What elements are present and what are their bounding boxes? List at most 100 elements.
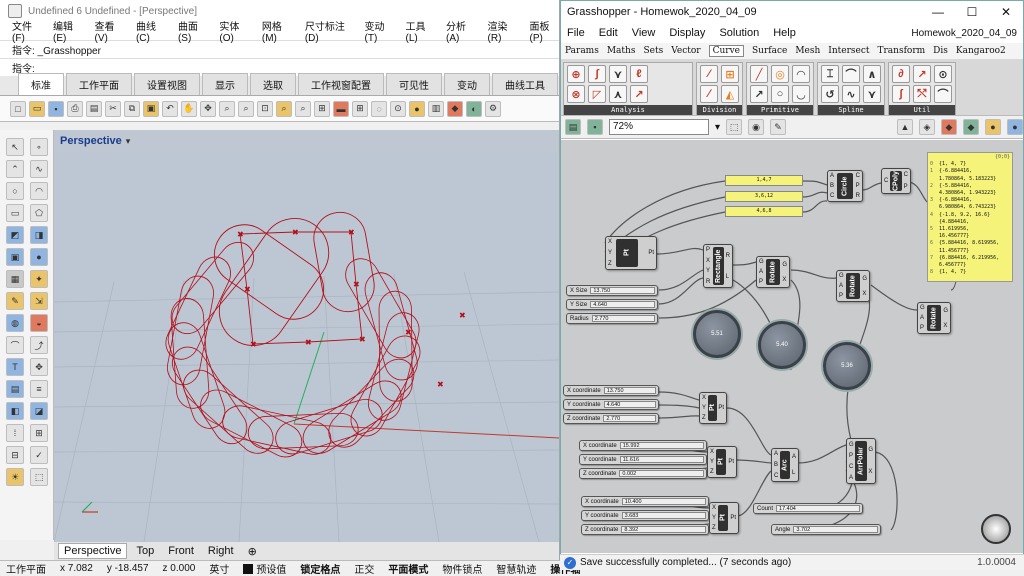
align-icon[interactable]: ≡ <box>30 380 48 398</box>
gh-tab-maths[interactable]: Maths <box>607 46 636 56</box>
crv-evaluate-icon[interactable]: ⊗ <box>567 85 585 103</box>
boolean-icon[interactable]: ◍ <box>6 314 24 332</box>
array-grid-icon[interactable]: ⊞ <box>30 424 48 442</box>
print-icon[interactable]: ⎙ <box>67 100 83 117</box>
viewport-tab-front[interactable]: Front <box>163 544 199 558</box>
crv-end-icon[interactable]: ⋏ <box>609 85 627 103</box>
car-icon[interactable]: ▬ <box>333 100 349 117</box>
curve-instance[interactable] <box>170 297 210 409</box>
tab-cplanes[interactable]: 工作平面 <box>66 73 132 95</box>
save-icon[interactable]: ▪ <box>48 100 64 117</box>
pencil-icon[interactable]: ✎ <box>6 292 24 310</box>
component-rotate-2[interactable]: GAP Rotate GX <box>836 270 870 302</box>
new-file-icon[interactable]: □ <box>10 100 26 117</box>
surface-icon[interactable]: ◩ <box>6 226 24 244</box>
line-sdl-icon[interactable]: ↗ <box>750 85 768 103</box>
menu-edit[interactable]: 编辑(E) <box>53 18 82 44</box>
crv-curvature-icon[interactable]: ℓ <box>630 65 648 83</box>
slider-z-coordinate-1[interactable]: Z coordinate 2.770 <box>563 413 659 424</box>
menu-surface[interactable]: 曲面(S) <box>178 18 207 44</box>
curve-instance[interactable] <box>339 253 422 364</box>
preview-shaded-icon[interactable]: ◈ <box>919 119 935 135</box>
misc-tool-icon[interactable]: ⬚ <box>30 468 48 486</box>
interpolate-icon[interactable]: ⌶ <box>821 65 839 83</box>
tangent-curve-icon[interactable]: ⋎ <box>863 85 881 103</box>
tab-standard[interactable]: 标准 <box>18 73 64 95</box>
tab-visibility[interactable]: 可见性 <box>386 73 442 95</box>
arc-primitive-icon[interactable]: ◠ <box>792 65 810 83</box>
gh-tab-kangaroo2[interactable]: Kangaroo2 <box>956 46 1006 56</box>
open-file-icon[interactable]: ▭ <box>29 100 45 117</box>
gh-menu-help[interactable]: Help <box>773 27 796 39</box>
slider-z-coordinate-2[interactable]: Z coordinate 0.002 <box>579 468 707 479</box>
select-arrow-icon[interactable]: ↖ <box>6 138 24 156</box>
polyline-icon[interactable]: ⌃ <box>6 160 24 178</box>
slider-x-size[interactable]: X Size 13.750 <box>566 285 658 296</box>
close-icon[interactable]: ✕ <box>989 5 1023 19</box>
render-icon[interactable]: ◐ <box>466 100 482 117</box>
zoom-icon[interactable]: ⌕ <box>219 100 235 117</box>
component-arc[interactable]: ABC Arc AL <box>771 448 799 482</box>
light-tool-icon[interactable]: ✦ <box>30 270 48 288</box>
menu-file[interactable]: 文件(F) <box>12 18 41 44</box>
panel-param-1[interactable]: 1,4,7 <box>725 175 803 186</box>
control-point[interactable]: ✖ <box>250 340 257 349</box>
status-cplane[interactable]: 工作平面 <box>6 561 46 576</box>
control-point[interactable]: ✖ <box>292 228 299 237</box>
gh-tab-transform[interactable]: Transform <box>878 46 926 56</box>
gh-tab-sets[interactable]: Sets <box>643 46 663 56</box>
open-doc-icon[interactable]: ▤ <box>565 119 581 135</box>
mesh-icon[interactable]: ▦ <box>6 270 24 288</box>
slider-radius[interactable]: Radius 2.770 <box>566 313 658 324</box>
analyze-icon[interactable]: ⊟ <box>6 446 24 464</box>
import-icon[interactable]: ▤ <box>86 100 102 117</box>
viewport-tab-top[interactable]: Top <box>131 544 159 558</box>
viewport-title[interactable]: Perspective ▾ <box>54 130 559 152</box>
control-point[interactable]: ✖ <box>359 335 366 344</box>
minimize-icon[interactable]: — <box>921 5 955 19</box>
slider-z-coordinate-3[interactable]: Z coordinate 8.392 <box>581 524 709 535</box>
point-tool-icon[interactable]: ∘ <box>30 138 48 156</box>
undo-icon[interactable]: ↶ <box>162 100 178 117</box>
viewport-tab-perspective[interactable]: Perspective <box>58 543 128 559</box>
explode-util-icon[interactable]: ʃ <box>892 85 910 103</box>
text-icon[interactable]: T <box>6 358 24 376</box>
status-unit[interactable]: 英寸 <box>209 561 229 576</box>
material-icon[interactable]: ◆ <box>447 100 463 117</box>
tab-viewport-layout[interactable]: 工作视窗配置 <box>298 73 384 95</box>
curve-instance[interactable] <box>220 402 334 457</box>
knob-1[interactable]: 5.51 <box>693 310 741 358</box>
curve-icon[interactable]: ∿ <box>30 160 48 178</box>
gh-tab-dis[interactable]: Dis <box>933 46 948 56</box>
control-point[interactable]: ✖ <box>353 280 360 289</box>
control-point[interactable]: ✖ <box>305 338 312 347</box>
slider-y-size[interactable]: Y Size 4.640 <box>566 299 658 310</box>
viewport-tab-right[interactable]: Right <box>203 544 239 558</box>
menu-mesh[interactable]: 网格(M) <box>262 18 293 44</box>
bake-icon[interactable]: ◆ <box>963 119 979 135</box>
component-rectangle[interactable]: PXYR Rectangle RL <box>703 244 733 288</box>
gh-menu-view[interactable]: View <box>632 27 656 39</box>
circle-3pt-icon[interactable]: ◎ <box>771 65 789 83</box>
component-circle[interactable]: ABC Circle CPR <box>827 170 863 202</box>
viewport-menu-icon[interactable]: ▾ <box>126 136 131 147</box>
dimension-icon[interactable]: ⇲ <box>30 292 48 310</box>
gh-menu-solution[interactable]: Solution <box>719 27 759 39</box>
gh-tab-mesh[interactable]: Mesh <box>795 46 820 56</box>
menu-transform[interactable]: 变动(T) <box>365 18 394 44</box>
component-pt-4[interactable]: XYZ Pt Pt <box>709 502 739 534</box>
array-icon[interactable]: ⁞ <box>6 424 24 442</box>
gh-tab-intersect[interactable]: Intersect <box>828 46 869 56</box>
tab-curve-tools[interactable]: 曲线工具 <box>492 73 558 95</box>
zoom-dropdown-icon[interactable]: ▾ <box>715 122 720 133</box>
grid-snap-icon[interactable]: ⊞ <box>352 100 368 117</box>
curve-instance[interactable] <box>166 341 254 451</box>
curve-instance[interactable] <box>160 251 236 364</box>
light-icon[interactable]: ● <box>409 100 425 117</box>
tab-set-view[interactable]: 设置视图 <box>134 73 200 95</box>
add-viewport-icon[interactable]: ⊕ <box>243 544 262 559</box>
menu-tools[interactable]: 工具(L) <box>406 18 435 44</box>
slider-y-coordinate-2[interactable]: Y coordinate 11.616 <box>579 454 707 465</box>
zoom-level-input[interactable]: 72% <box>609 119 709 135</box>
tab-display[interactable]: 显示 <box>202 73 248 95</box>
